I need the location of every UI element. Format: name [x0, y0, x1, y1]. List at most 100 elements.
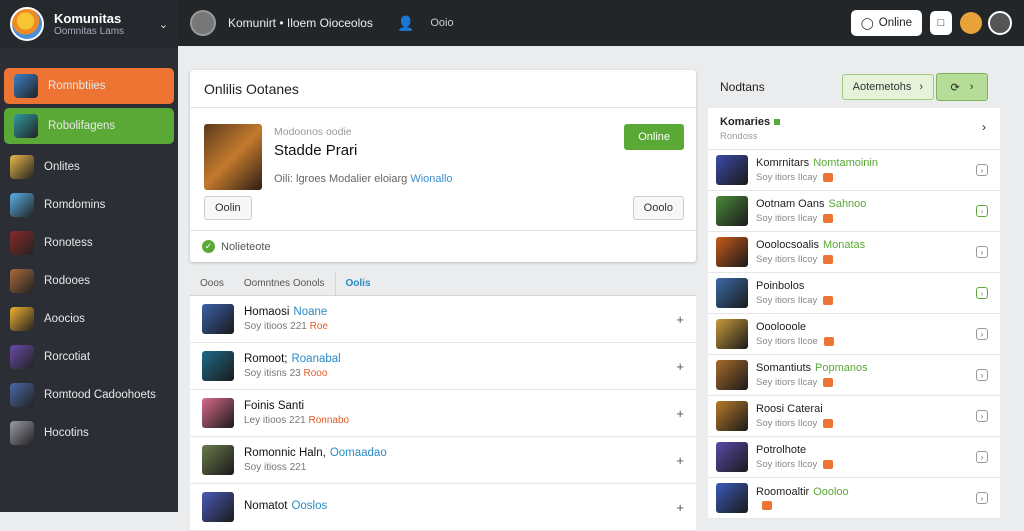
list-item[interactable]: Homaosi Noane Soy itioos 221 Roe + — [190, 296, 696, 343]
member-meta-text: Soy itiors Ilcay — [756, 213, 818, 224]
game-icon — [10, 231, 34, 255]
item-tag: Ooslos — [291, 499, 328, 512]
sidebar-item-label: Romtood Cadoohoets — [44, 389, 156, 401]
member-meta-text: Sey itiors Ilcay — [756, 377, 818, 388]
action-icon[interactable]: › — [976, 164, 988, 176]
list-item[interactable]: Romoot; Roanabal Soy itisns 23 Rooo + — [190, 343, 696, 390]
sidebar-item-5[interactable]: Rodooes — [0, 262, 178, 300]
item-meta-text: Soy itioss 221 — [244, 462, 307, 473]
action-icon[interactable]: › — [976, 328, 988, 340]
action-icon[interactable]: › — [976, 492, 988, 504]
sidebar-item-1[interactable]: Robolifagens — [4, 108, 174, 144]
top-bar: Komunirt • Iloem Oioceolos 👤 Ooio ◯ Onlin… — [178, 0, 1024, 46]
member-name: Ootnam Oans Sahnoo — [756, 198, 866, 210]
sidebar-item-8[interactable]: Romtood Cadoohoets — [0, 376, 178, 414]
card-title-text: Komaries — [720, 116, 771, 128]
sidebar-header[interactable]: Komunitas Oomnitas Lams ⌄ — [0, 0, 178, 48]
member-row[interactable]: Poinbolos Soy itiors Ilcay › — [708, 273, 1000, 314]
status-badge — [762, 501, 772, 510]
status-badge — [823, 419, 834, 428]
sidebar-item-9[interactable]: Hocotins — [0, 414, 178, 452]
add-icon[interactable]: + — [676, 453, 684, 468]
action-icon[interactable]: › — [976, 451, 988, 463]
status-row: ✓ Nolieteote — [190, 230, 696, 262]
member-row[interactable]: Komrnitars Nomtamoinin Soy itiors Ilcay › — [708, 150, 1000, 191]
add-icon[interactable]: + — [676, 359, 684, 374]
auto-button[interactable]: Aotemetohs › — [841, 74, 934, 100]
sidebar-item-0[interactable]: Romnbtiies — [4, 68, 174, 104]
chevron-down-icon[interactable]: ⌄ — [159, 18, 168, 31]
online-button[interactable]: ◯ Online — [850, 10, 922, 36]
avatar[interactable] — [190, 10, 216, 36]
sidebar-item-3[interactable]: Romdomins — [0, 186, 178, 224]
member-meta: Sey itiors Ilcay — [756, 377, 868, 388]
check-icon: ✓ — [202, 240, 215, 253]
left-button[interactable]: Oolin — [204, 196, 252, 220]
member-row[interactable]: Roomoaltir Oooloo › — [708, 478, 1000, 519]
user-label[interactable]: Ooio — [430, 17, 453, 29]
status-badge — [823, 378, 834, 387]
sidebar-item-6[interactable]: Aoocios — [0, 300, 178, 338]
right-button[interactable]: Ooolo — [632, 196, 684, 220]
sidebar-item-7[interactable]: Rorcotiat — [0, 338, 178, 376]
game-desc-link[interactable]: Wionallo — [410, 173, 452, 185]
list-item[interactable]: Nomatot Ooslos + — [190, 484, 696, 531]
right-header-title: Nodtans — [720, 80, 765, 94]
online-button[interactable]: Online — [624, 124, 684, 150]
game-desc-text: Oili: lgroes Modalier eloiarg — [274, 173, 408, 185]
tab-2[interactable]: Oolis — [334, 271, 381, 296]
member-row[interactable]: Ooolocsoalis Monatas Sey itiors Ilcoy › — [708, 232, 1000, 273]
sidebar-item-label: Romdomins — [44, 199, 106, 211]
add-icon[interactable]: + — [676, 500, 684, 515]
chevron-right-icon[interactable]: › — [982, 120, 986, 134]
chevron-right-icon: › — [969, 81, 974, 93]
game-thumbnail[interactable] — [204, 124, 262, 190]
list-item[interactable]: Romonnic Haln, Oomaadao Soy itioss 221 + — [190, 437, 696, 484]
list-item[interactable]: Foinis Santi Ley itioos 221 Ronnabo + — [190, 390, 696, 437]
online-label: Online — [878, 17, 912, 29]
item-meta-text: Ley itioos 221 — [244, 415, 306, 426]
auto-label: Aotemetohs — [852, 81, 912, 93]
member-name-text: Roomoaltir — [756, 486, 810, 498]
action-icon[interactable]: › — [976, 287, 988, 299]
sidebar-item-2[interactable]: Onlites — [0, 148, 178, 186]
avatar[interactable] — [988, 11, 1012, 35]
notification-button[interactable]: □ — [930, 11, 952, 35]
add-icon[interactable]: + — [676, 406, 684, 421]
tab-1[interactable]: Oomntnes Oonols — [234, 272, 335, 296]
action-icon[interactable]: › — [976, 205, 988, 217]
member-row[interactable]: Potrolhote Soy itiors Ilcoy › — [708, 437, 1000, 478]
refresh-button[interactable]: ⟳ › — [936, 73, 988, 101]
sidebar-item-label: Robolifagens — [48, 120, 116, 132]
tab-bar: Ooos Oomntnes Oonols Oolis — [190, 271, 696, 296]
item-name-text: Homaosi — [244, 306, 290, 318]
avatar — [716, 278, 748, 308]
right-panel: Nodtans Aotemetohs › ⟳ › Komaries Rondoss … — [708, 70, 1000, 519]
action-icon[interactable]: › — [976, 410, 988, 422]
status-badge — [823, 214, 834, 223]
right-summary-card[interactable]: Komaries Rondoss › — [708, 108, 1000, 150]
add-icon[interactable]: + — [676, 312, 684, 327]
game-icon — [14, 114, 38, 138]
member-row[interactable]: Ooolooole Soy itiors Ilcoe › — [708, 314, 1000, 355]
member-name-text: Ooolocsoalis — [756, 239, 819, 251]
user-icon[interactable]: 👤 — [397, 15, 414, 32]
member-meta: Soy itiors Ilcay — [756, 172, 878, 183]
avatar — [716, 483, 748, 513]
member-row[interactable]: Somantiuts Popmanos Sey itiors Ilcay › — [708, 355, 1000, 396]
status-badge — [823, 337, 834, 346]
avatar — [716, 360, 748, 390]
member-name-text: Komrnitars — [756, 157, 810, 169]
member-row[interactable]: Ootnam Oans Sahnoo Soy itiors Ilcay › — [708, 191, 1000, 232]
tab-0[interactable]: Ooos — [190, 272, 234, 296]
member-tag: Sahnoo — [828, 198, 867, 210]
avatar[interactable] — [960, 12, 982, 34]
game-icon — [10, 155, 34, 179]
sidebar-item-4[interactable]: Ronotess — [0, 224, 178, 262]
member-name-text: Poinbolos — [756, 280, 805, 292]
sidebar-subtitle: Oomnitas Lams — [54, 26, 125, 37]
member-row[interactable]: Roosi Caterai Soy itiors Ilcoy › — [708, 396, 1000, 437]
member-name: Potrolhote — [756, 444, 833, 456]
action-icon[interactable]: › — [976, 369, 988, 381]
action-icon[interactable]: › — [976, 246, 988, 258]
